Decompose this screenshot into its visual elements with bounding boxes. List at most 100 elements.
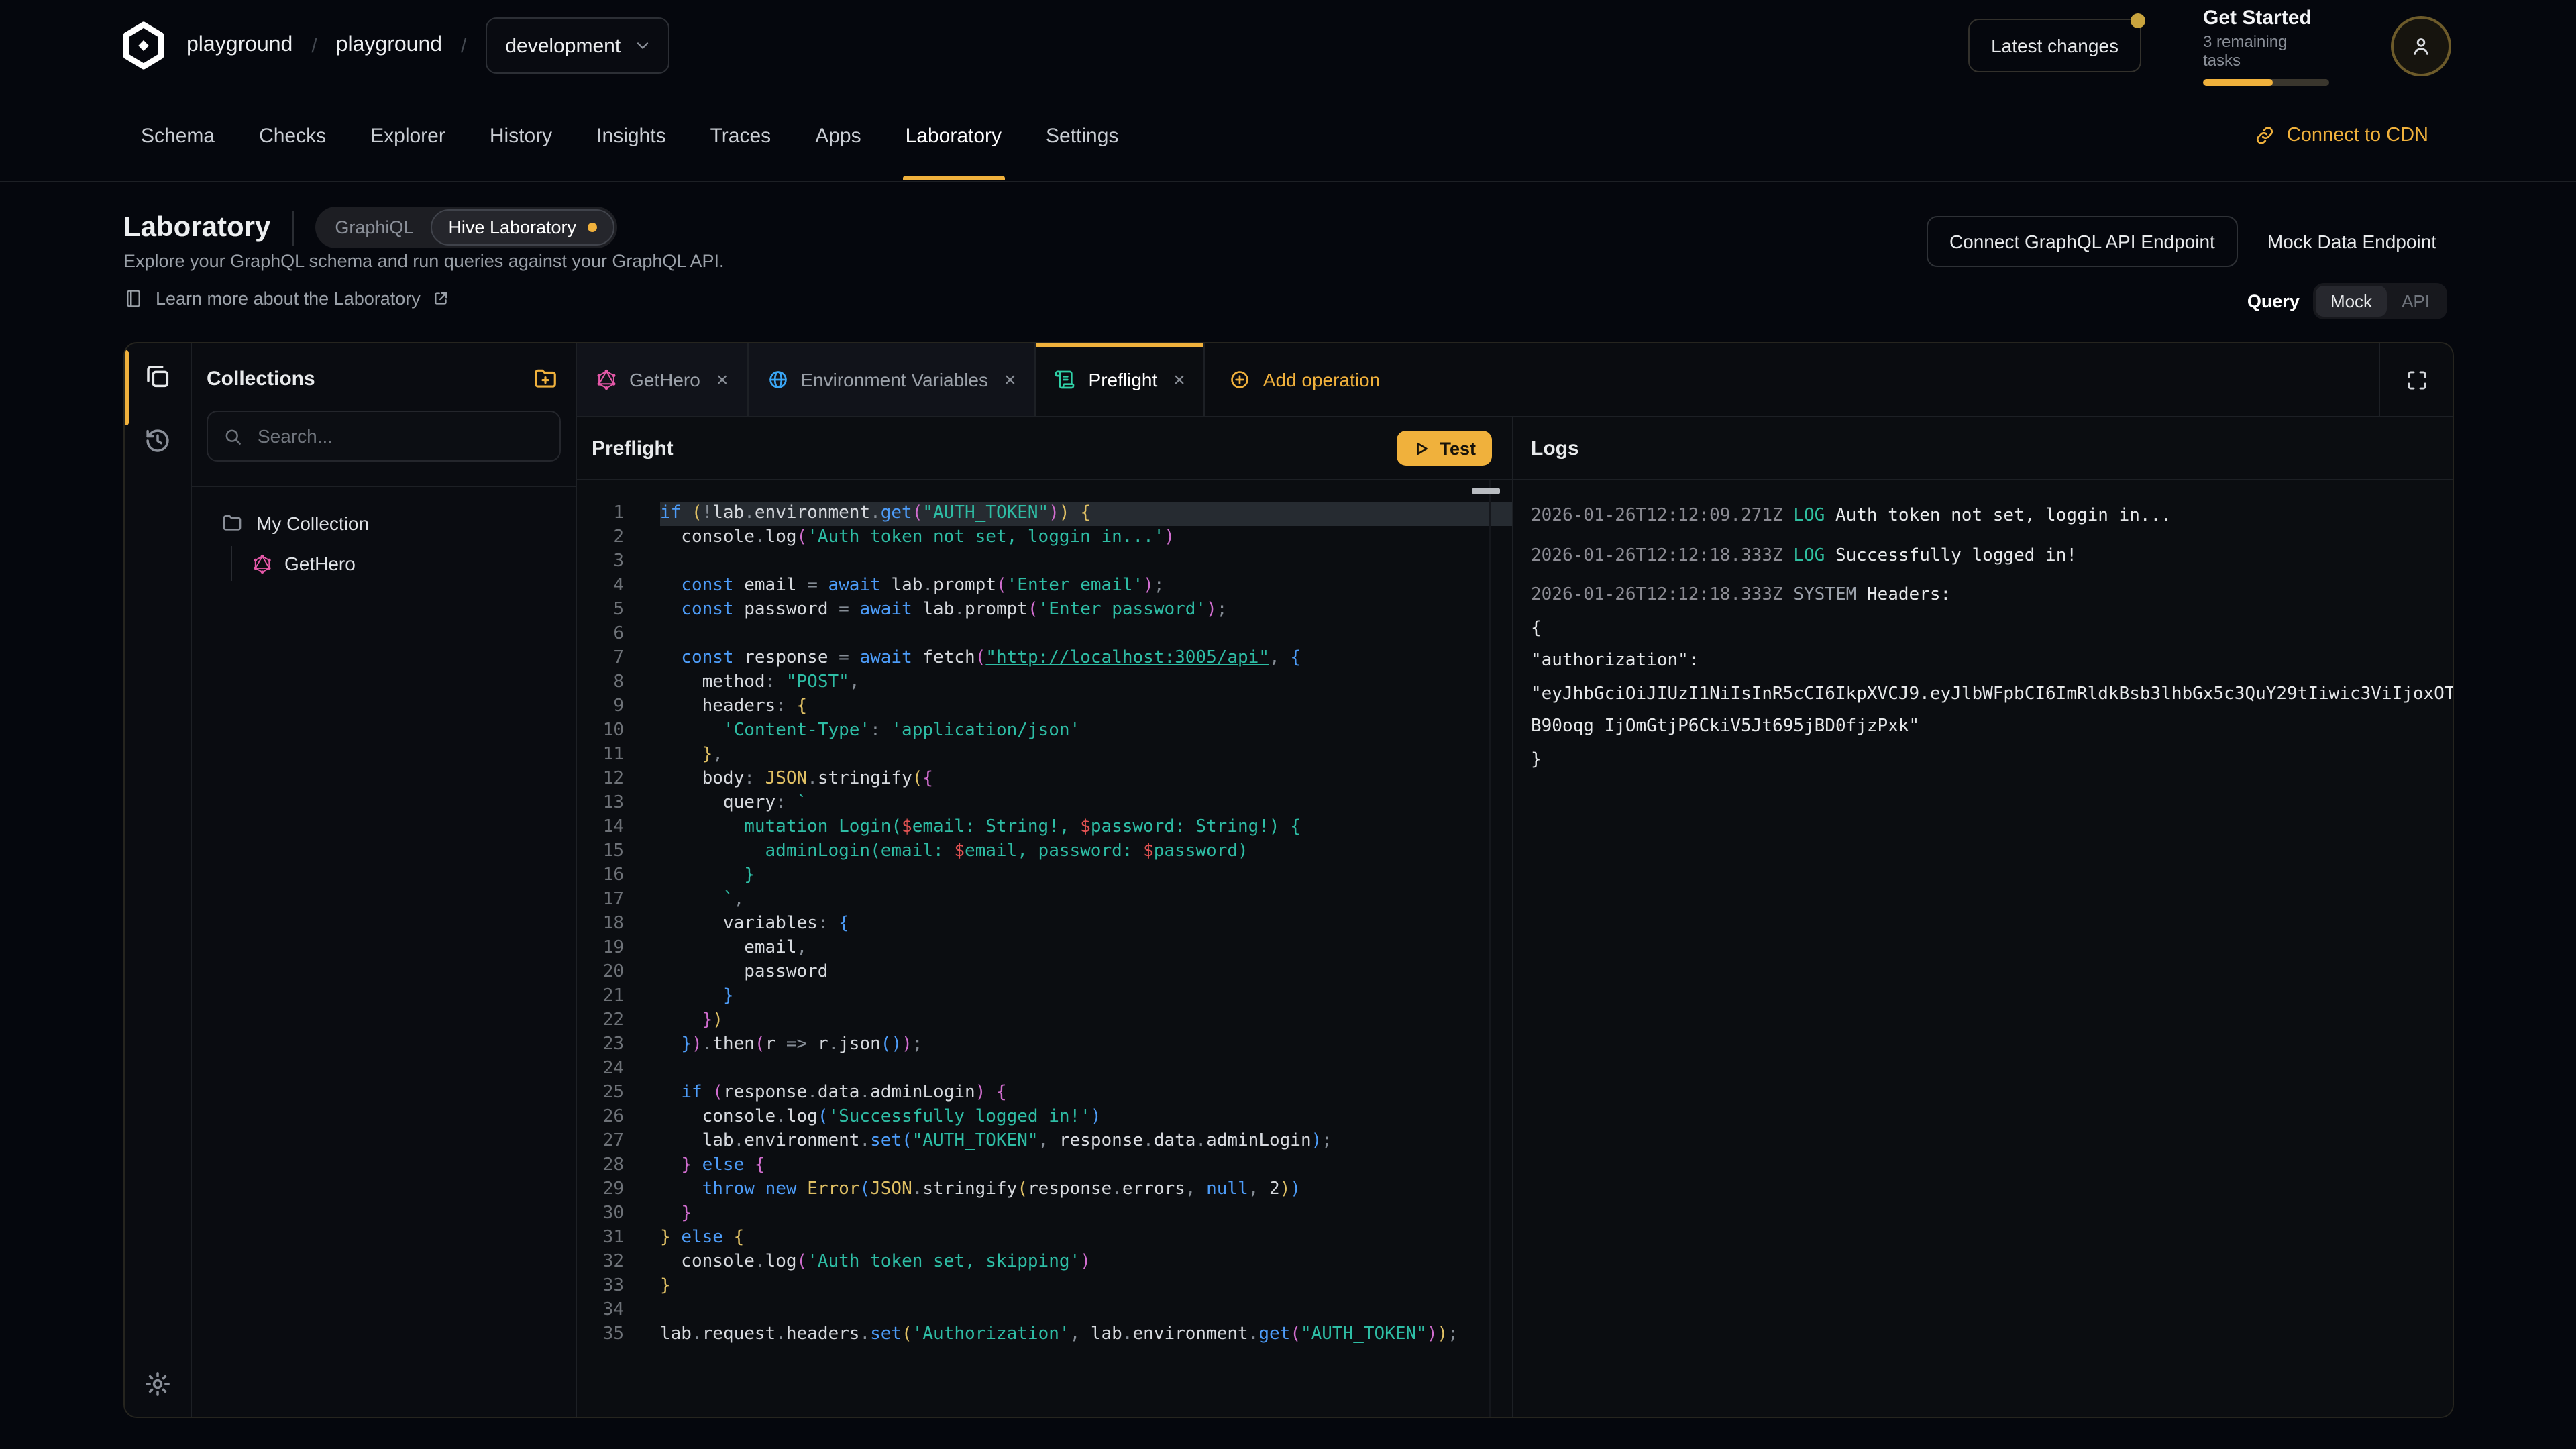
close-icon[interactable]: × — [716, 370, 729, 390]
content-area: GetHero× Environment Variables × Preflight ×… — [577, 343, 2453, 1417]
line-number: 13 — [577, 792, 624, 816]
latest-changes-button[interactable]: Latest changes — [1968, 19, 2141, 72]
line-number: 1 — [577, 502, 624, 526]
globe-icon — [767, 369, 788, 390]
book-icon — [123, 288, 144, 309]
line-number: 9 — [577, 695, 624, 719]
close-icon[interactable]: × — [1004, 370, 1016, 390]
code-line: 6 — [577, 623, 1512, 647]
close-icon[interactable]: × — [1173, 370, 1185, 390]
chevron-down-icon — [633, 36, 651, 55]
preflight-code-editor[interactable]: 1if (!lab.environment.get("AUTH_TOKEN"))… — [577, 480, 1512, 1417]
nav-item-explorer[interactable]: Explorer — [370, 91, 445, 180]
avatar[interactable] — [2391, 15, 2451, 76]
collections-icon[interactable] — [144, 362, 172, 390]
page-description: Explore your GraphQL schema and run quer… — [123, 251, 724, 271]
collection-my-collection[interactable]: My Collection — [221, 504, 576, 541]
page-header: Laboratory GraphiQL Hive Laboratory Expl… — [0, 181, 2576, 342]
code-line: 16 } — [577, 864, 1512, 888]
line-number: 21 — [577, 985, 624, 1009]
active-rail-indicator — [125, 350, 129, 425]
nav-items: Schema Checks Explorer History Insights Trace… — [141, 91, 1118, 180]
nav-item-insights[interactable]: Insights — [596, 91, 665, 180]
get-started-progress-bar — [2203, 78, 2329, 85]
code-line: 23 }).then(r => r.json()); — [577, 1033, 1512, 1057]
history-icon[interactable] — [144, 427, 172, 455]
line-number: 22 — [577, 1009, 624, 1033]
search-input[interactable] — [255, 424, 545, 448]
line-number: 2 — [577, 526, 624, 550]
line-number: 4 — [577, 574, 624, 598]
laboratory-panel: Collections My Collection GetHero — [123, 342, 2454, 1418]
fullscreen-button[interactable] — [2379, 343, 2453, 416]
code-line: 10 'Content-Type': 'application/json' — [577, 719, 1512, 743]
tab-gethero[interactable]: GetHero× — [577, 343, 748, 416]
code-line: 25 if (response.data.adminLogin) { — [577, 1081, 1512, 1106]
breadcrumb-org[interactable]: playground — [186, 34, 292, 58]
toggle-hive-laboratory[interactable]: Hive Laboratory — [431, 209, 614, 246]
target-selector[interactable]: development — [485, 17, 669, 74]
folder-icon — [221, 512, 243, 533]
nav-item-traces[interactable]: Traces — [710, 91, 771, 180]
add-operation-button[interactable]: Add operation — [1205, 343, 1404, 416]
settings-gear-icon[interactable] — [144, 1370, 172, 1398]
connect-to-cdn-link[interactable]: Connect to CDN — [2255, 91, 2428, 180]
page-title: Laboratory — [123, 211, 270, 244]
add-collection-icon[interactable] — [533, 366, 558, 392]
nav-item-history[interactable]: History — [490, 91, 552, 180]
divider — [292, 210, 293, 245]
code-line: 3 — [577, 550, 1512, 574]
toggle-graphiql[interactable]: GraphiQL — [317, 217, 431, 237]
query-mode-mock[interactable]: Mock — [2316, 286, 2387, 317]
query-label: Query — [2247, 291, 2300, 311]
tab-label: Environment Variables — [800, 369, 988, 390]
nav-item-schema[interactable]: Schema — [141, 91, 215, 180]
connect-endpoint-button[interactable]: Connect GraphQL API Endpoint — [1927, 216, 2238, 267]
code-line: 26 console.log('Successfully logged in!'… — [577, 1106, 1512, 1130]
line-number: 20 — [577, 961, 624, 985]
operation-tab-bar: GetHero× Environment Variables × Preflight ×… — [577, 343, 2453, 417]
line-number: 12 — [577, 767, 624, 792]
line-number: 33 — [577, 1275, 624, 1299]
line-number: 3 — [577, 550, 624, 574]
top-bar: playground / playground / development La… — [0, 0, 2576, 91]
code-line: 15 adminLogin(email: $email, password: $… — [577, 840, 1512, 864]
breadcrumb-separator: / — [461, 34, 466, 57]
test-button[interactable]: Test — [1397, 431, 1492, 466]
tab-preflight[interactable]: Preflight × — [1036, 343, 1205, 416]
minimap-slider[interactable] — [1472, 488, 1500, 494]
line-number: 11 — [577, 743, 624, 767]
left-icon-rail — [125, 343, 192, 1417]
learn-more-link[interactable]: Learn more about the Laboratory — [123, 288, 450, 309]
code-line: 27 lab.environment.set("AUTH_TOKEN", res… — [577, 1130, 1512, 1154]
line-number: 23 — [577, 1033, 624, 1057]
breadcrumb-project[interactable]: playground — [336, 34, 442, 58]
minimap-separator — [1489, 480, 1491, 1417]
learn-more-label: Learn more about the Laboratory — [156, 288, 421, 309]
code-line: 24 — [577, 1057, 1512, 1081]
collections-search[interactable] — [207, 411, 561, 462]
code-line: 8 method: "POST", — [577, 671, 1512, 695]
code-line: 29 throw new Error(JSON.stringify(respon… — [577, 1178, 1512, 1202]
mock-data-endpoint-button[interactable]: Mock Data Endpoint — [2267, 231, 2436, 252]
nav-item-checks[interactable]: Checks — [259, 91, 326, 180]
tab-label: Preflight — [1089, 369, 1158, 390]
tab-environment-variables[interactable]: Environment Variables × — [748, 343, 1036, 416]
code-line: 31} else { — [577, 1226, 1512, 1250]
user-icon — [2410, 34, 2432, 57]
play-icon — [1413, 439, 1430, 457]
operation-gethero[interactable]: GetHero — [252, 546, 576, 581]
nav-item-laboratory[interactable]: Laboratory — [906, 91, 1002, 180]
line-number: 29 — [577, 1178, 624, 1202]
line-number: 31 — [577, 1226, 624, 1250]
code-line: 1if (!lab.environment.get("AUTH_TOKEN"))… — [577, 502, 1512, 526]
code-line: 28 } else { — [577, 1154, 1512, 1178]
connect-to-cdn-label: Connect to CDN — [2287, 125, 2428, 146]
code-line: 22 }) — [577, 1009, 1512, 1033]
get-started-widget[interactable]: Get Started 3 remaining tasks — [2203, 6, 2329, 85]
logs-title: Logs — [1531, 437, 1579, 460]
query-mode-api[interactable]: API — [2387, 286, 2445, 317]
line-number: 26 — [577, 1106, 624, 1130]
nav-item-apps[interactable]: Apps — [815, 91, 861, 180]
nav-item-settings[interactable]: Settings — [1046, 91, 1118, 180]
